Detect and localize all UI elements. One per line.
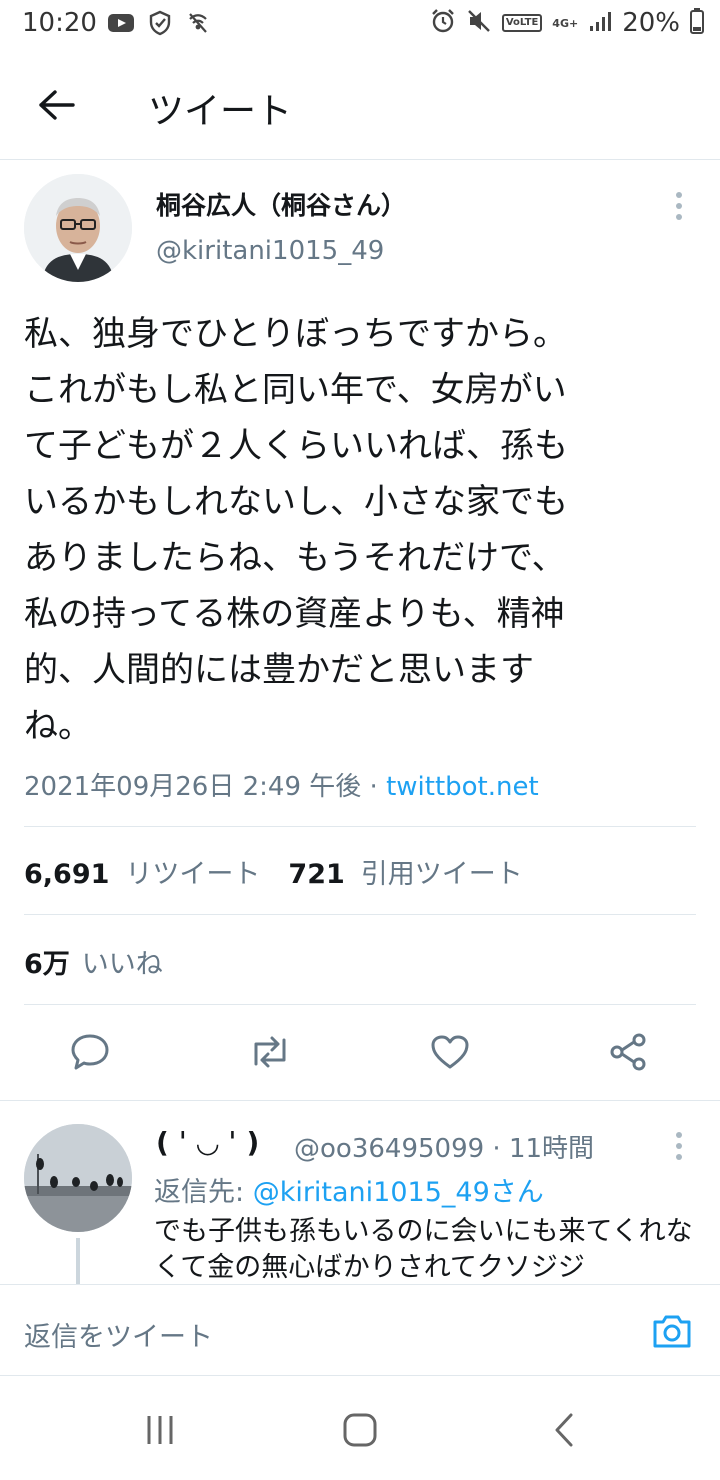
reply-author-avatar[interactable] [24, 1124, 132, 1232]
tweet-timestamp: 2021年09月26日 2:49 午後 [24, 772, 362, 802]
section-divider [0, 1100, 720, 1101]
network-type-icon: 4G+ [552, 16, 579, 30]
app-bar: ツイート [0, 50, 720, 160]
page-title: ツイート [148, 91, 293, 132]
avatar-crows-icon [24, 1124, 132, 1232]
reply-to-line: 返信先: @kiritani1015_49さん [154, 1170, 544, 1209]
home-icon [343, 1413, 377, 1447]
likes-stats: 6万 いいね [24, 942, 163, 981]
reply-to-prefix: 返信先: [154, 1177, 253, 1208]
divider [24, 914, 696, 915]
thread-line [76, 1238, 80, 1284]
system-nav-bar [0, 1376, 720, 1480]
recent-apps-button[interactable] [140, 1410, 180, 1450]
more-options-icon[interactable] [664, 188, 694, 224]
alarm-icon [430, 8, 456, 38]
quotes-count[interactable]: 721 [288, 859, 344, 890]
reply-composer[interactable]: 返信をツイート [0, 1284, 720, 1376]
like-button[interactable] [428, 1030, 472, 1074]
shield-check-icon [148, 10, 172, 40]
back-arrow-icon [39, 90, 75, 120]
signal-icon [588, 10, 612, 36]
retweets-count[interactable]: 6,691 [24, 859, 109, 890]
chevron-left-icon [555, 1413, 573, 1447]
likes-label[interactable]: いいね [82, 942, 163, 981]
battery-percent: 20% [622, 8, 680, 38]
tweet-text: 私、独身でひとりぼっちですから。 これがもし私と同い年で、女房がい て子どもが２… [24, 314, 568, 746]
engagement-stats: 6,691 リツイート 721 引用ツイート [24, 852, 523, 891]
comment-icon [71, 1034, 109, 1070]
reply-more-options-icon[interactable] [664, 1128, 694, 1164]
divider [24, 1004, 696, 1005]
camera-button[interactable] [650, 1309, 694, 1353]
reply-to-mention[interactable]: @kiritani1015_49さん [253, 1177, 544, 1208]
status-bar: 10:20 VoLTE 4G+ 20% [0, 0, 720, 50]
battery-icon [690, 8, 704, 38]
retweets-label[interactable]: リツイート [125, 852, 260, 891]
camera-icon [653, 1315, 691, 1348]
meta-separator: · [361, 772, 387, 802]
mute-icon [466, 8, 492, 38]
volte-icon: VoLTE [501, 14, 543, 32]
reply-author-handle-time[interactable]: @oo36495099 · 11時間 [294, 1128, 594, 1165]
wifi-calling-icon [186, 11, 210, 39]
avatar-portrait-icon [24, 174, 132, 282]
tweet-source-link[interactable]: twittbot.net [386, 772, 539, 802]
divider [24, 826, 696, 827]
recent-apps-icon [147, 1416, 173, 1444]
author-handle[interactable]: @kiritani1015_49 [156, 236, 384, 266]
likes-count[interactable]: 6万 [24, 942, 70, 981]
status-right-icons: VoLTE 4G+ 20% [430, 8, 704, 38]
heart-icon [431, 1035, 469, 1069]
retweet-icon [254, 1036, 286, 1068]
share-icon [610, 1033, 646, 1071]
youtube-icon [108, 13, 134, 37]
system-back-button[interactable] [544, 1410, 584, 1450]
tweet-meta: 2021年09月26日 2:49 午後 · twittbot.net [24, 766, 539, 803]
home-button[interactable] [340, 1410, 380, 1450]
back-button[interactable] [34, 85, 78, 125]
quotes-label[interactable]: 引用ツイート [361, 852, 523, 891]
author-avatar[interactable] [24, 174, 132, 282]
status-time: 10:20 [22, 8, 97, 38]
retweet-button[interactable] [248, 1030, 292, 1074]
reply-input[interactable]: 返信をツイート [24, 1315, 213, 1354]
share-button[interactable] [606, 1030, 650, 1074]
reply-text: でも子供も孫もいるのに会いにも来てくれなくて金の無心ばかりされてクソジジ [154, 1216, 693, 1283]
reply-button[interactable] [68, 1030, 112, 1074]
reply-author-name[interactable]: ( ˈ ◡ ˈ ) [156, 1126, 259, 1159]
author-display-name[interactable]: 桐谷広人（桐谷さん） [156, 186, 406, 222]
status-left-icons [108, 10, 210, 40]
